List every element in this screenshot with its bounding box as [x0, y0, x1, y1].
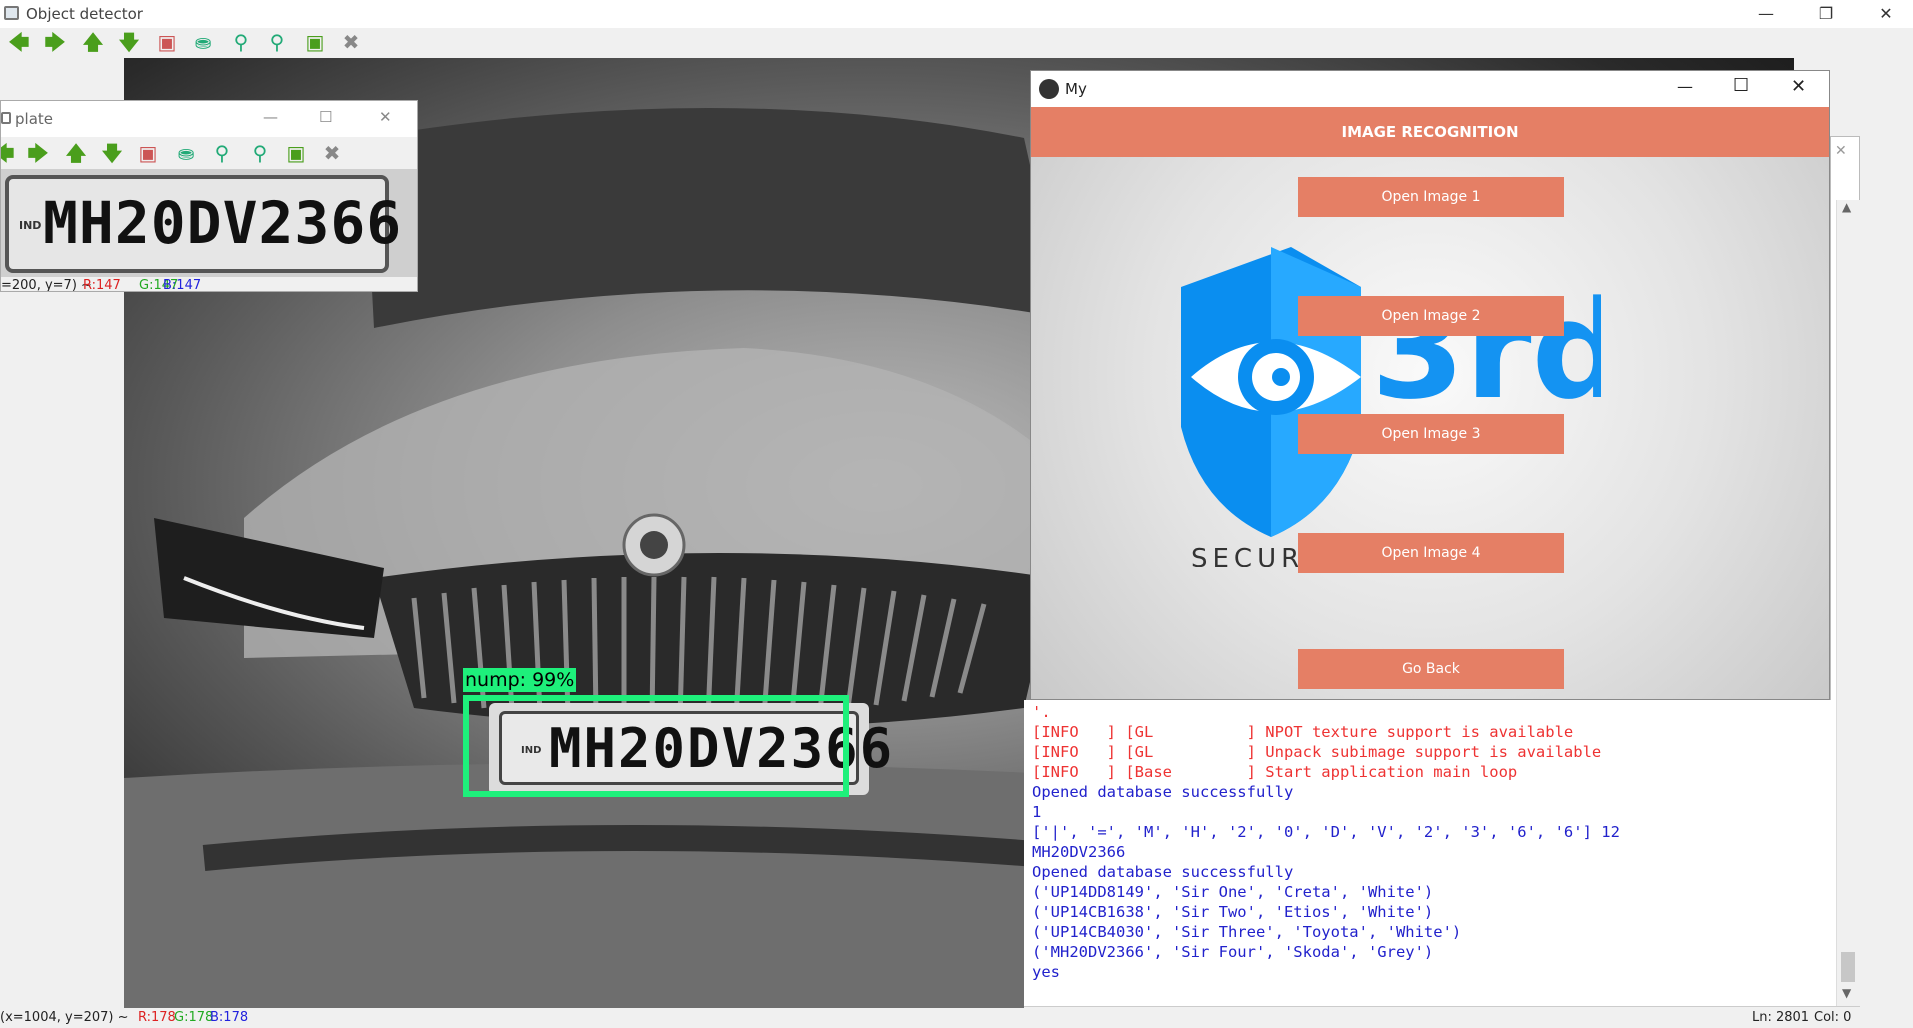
arrow-up-icon[interactable]: 🡅 [78, 28, 108, 56]
arrow-down-icon[interactable]: 🡇 [114, 28, 144, 56]
detection-box [463, 695, 849, 797]
image-icon[interactable]: ▣ [152, 28, 182, 56]
line-number: Ln: 2801 [1752, 1010, 1810, 1025]
plate-arrow-down-icon[interactable]: 🡇 [97, 139, 127, 167]
console-line: ['|', '=', 'M', 'H', '2', '0', 'D', 'V',… [1032, 823, 1620, 841]
app-icon [4, 6, 19, 20]
console-scrollbar[interactable]: ▲ ▼ [1836, 200, 1860, 1008]
open-image-1-button[interactable]: Open Image 1 [1298, 177, 1564, 217]
console-line: [INFO ] [GL ] NPOT texture support is av… [1032, 723, 1574, 741]
open-image-4-button[interactable]: Open Image 4 [1298, 533, 1564, 573]
scroll-down-icon[interactable]: ▼ [1842, 986, 1851, 1000]
scroll-thumb[interactable] [1841, 952, 1855, 982]
console-line: '. [1032, 703, 1051, 721]
pixel-r: R:178 [138, 1010, 176, 1025]
column-number: Col: 0 [1814, 1010, 1852, 1025]
scroll-up-icon[interactable]: ▲ [1842, 200, 1851, 214]
console-line: yes [1032, 963, 1060, 981]
kivy-app-icon [1039, 79, 1059, 99]
console-line: [INFO ] [GL ] Unpack subimage support is… [1032, 743, 1602, 761]
zoom-fit-icon[interactable]: ⛂ [188, 28, 218, 56]
console-line: ('MH20DV2366', 'Sir Four', 'Skoda', 'Gre… [1032, 943, 1434, 961]
maximize-button[interactable]: ❐ [1803, 0, 1849, 28]
arrow-right-icon[interactable]: 🡆 [40, 28, 70, 56]
console-line: Opened database successfully [1032, 863, 1294, 881]
plate-window-country: IND [19, 219, 42, 232]
kivy-window-title: My [1065, 80, 1087, 98]
properties-icon[interactable]: ✖ [336, 28, 366, 56]
editor-statusbar: Ln: 2801 Col: 0 [1024, 1006, 1860, 1028]
save-icon[interactable]: ▣ [300, 28, 330, 56]
plate-pixel-b: B:147 [163, 278, 202, 292]
recognition-header: IMAGE RECOGNITION [1031, 107, 1829, 157]
plate-zoom-in-icon[interactable]: ⚲ [207, 139, 237, 167]
main-statusbar: (x=1004, y=207) ~ R:178 G:178 B:178 [0, 1008, 1000, 1028]
open-image-3-button[interactable]: Open Image 3 [1298, 414, 1564, 454]
cursor-coords: (x=1004, y=207) ~ [0, 1010, 129, 1025]
detection-label: nump: 99% [463, 668, 577, 692]
console-line: [INFO ] [Base ] Start application main l… [1032, 763, 1518, 781]
third-eye-logo: 3rd eye SECURITY SYSTEMS [1181, 247, 1601, 567]
console-line: ('UP14CB1638', 'Sir Two', 'Etios', 'Whit… [1032, 903, 1434, 921]
plate-statusbar: =200, y=7) ~ R:147 G:147 B:147 [1, 277, 417, 292]
plate-image-icon[interactable]: ▣ [133, 139, 163, 167]
plate-titlebar: plate — ☐ ✕ [1, 101, 417, 137]
plate-arrow-left-icon[interactable]: 🡄 [1, 139, 19, 167]
minimize-button[interactable]: — [1743, 0, 1789, 28]
kivy-close-button[interactable]: ✕ [1791, 76, 1806, 97]
console-line: ('UP14CB4030', 'Sir Three', 'Toyota', 'W… [1032, 923, 1462, 941]
zoom-out-icon[interactable]: ⚲ [262, 28, 292, 56]
plate-app-icon [1, 112, 11, 124]
plate-close-button[interactable]: ✕ [379, 108, 392, 126]
plate-zoom-out-icon[interactable]: ⚲ [245, 139, 275, 167]
plate-toolbar: 🡄 🡆 🡅 🡇 ▣ ⛂ ⚲ ⚲ ▣ ✖ [1, 137, 417, 169]
plate-properties-icon[interactable]: ✖ [317, 139, 347, 167]
kivy-maximize-button[interactable]: ☐ [1733, 75, 1749, 96]
console-line: MH20DV2366 [1032, 843, 1126, 861]
console-line: ('UP14DD8149', 'Sir One', 'Creta', 'Whit… [1032, 883, 1434, 901]
plate-window[interactable]: plate — ☐ ✕ 🡄 🡆 🡅 🡇 ▣ ⛂ ⚲ ⚲ ▣ ✖ IND MH20… [0, 100, 418, 292]
kivy-minimize-button[interactable]: — [1677, 77, 1693, 96]
go-back-button[interactable]: Go Back [1298, 649, 1564, 689]
plate-save-icon[interactable]: ▣ [281, 139, 311, 167]
plate-image: IND MH20DV2366 [1, 169, 417, 277]
open-image-2-button[interactable]: Open Image 2 [1298, 296, 1564, 336]
console-line: 1 [1032, 803, 1042, 821]
plate-cursor-coords: =200, y=7) ~ [1, 278, 92, 292]
window-title: Object detector [26, 5, 143, 23]
plate-arrow-right-icon[interactable]: 🡆 [23, 139, 53, 167]
kivy-window[interactable]: My — ☐ ✕ IMAGE RECOGNITION 3rd eye SECUR… [1030, 70, 1830, 700]
plate-zoom-fit-icon[interactable]: ⛂ [171, 139, 201, 167]
main-toolbar: 🡄 🡆 🡅 🡇 ▣ ⛂ ⚲ ⚲ ▣ ✖ [0, 28, 1913, 58]
close-button[interactable]: ✕ [1863, 0, 1909, 28]
pixel-g: G:178 [174, 1010, 214, 1025]
kivy-titlebar: My — ☐ ✕ [1031, 71, 1829, 107]
console-line: Opened database successfully [1032, 783, 1294, 801]
plate-arrow-up-icon[interactable]: 🡅 [61, 139, 91, 167]
console-output[interactable]: '. [INFO ] [GL ] NPOT texture support is … [1024, 700, 1860, 1008]
plate-window-text: MH20DV2366 [43, 189, 403, 257]
plate-pixel-r: R:147 [83, 278, 121, 292]
plate-window-title: plate [15, 110, 53, 128]
main-titlebar: Object detector — ❐ ✕ [0, 0, 1913, 28]
kivy-body: IMAGE RECOGNITION 3rd eye SECURITY SYSTE… [1031, 107, 1829, 699]
background-close-icon[interactable]: ✕ [1835, 143, 1847, 159]
zoom-in-icon[interactable]: ⚲ [226, 28, 256, 56]
arrow-left-icon[interactable]: 🡄 [4, 28, 34, 56]
plate-maximize-button[interactable]: ☐ [319, 108, 332, 126]
plate-minimize-button[interactable]: — [263, 108, 278, 126]
pixel-b: B:178 [210, 1010, 249, 1025]
